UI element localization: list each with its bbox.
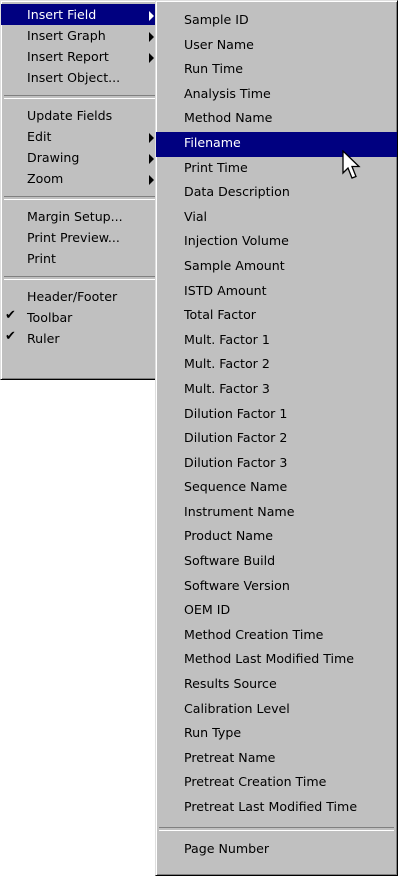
menu-item-label: Insert Graph	[27, 28, 106, 43]
submenu-item-data-description[interactable]: Data Description	[156, 181, 397, 206]
menu-item-insert-field[interactable]: Insert Field	[1, 4, 168, 25]
menu-item-label: Ruler	[27, 331, 60, 346]
menu-item-label: Margin Setup...	[27, 209, 123, 224]
submenu-item-page-number[interactable]: Page Number	[156, 838, 397, 863]
submenu-item-vial[interactable]: Vial	[156, 206, 397, 231]
submenu-item-sample-id[interactable]: Sample ID	[156, 9, 397, 34]
menu-item-insert-object[interactable]: Insert Object...	[1, 67, 168, 88]
submenu-item-user-name[interactable]: User Name	[156, 34, 397, 59]
submenu-item-run-type[interactable]: Run Type	[156, 722, 397, 747]
submenu-item-product-name[interactable]: Product Name	[156, 525, 397, 550]
menu-item-label: Insert Report	[27, 49, 109, 64]
menu-separator	[4, 196, 165, 200]
submenu-item-results-source[interactable]: Results Source	[156, 673, 397, 698]
menu-item-label: Insert Object...	[27, 70, 121, 85]
menu-item-label: Insert Field	[27, 7, 97, 22]
menu-item-label: Drawing	[27, 150, 80, 165]
insert-field-submenu: Sample ID User Name Run Time Analysis Time M…	[155, 0, 398, 876]
menu-item-label: Edit	[27, 129, 52, 144]
submenu-item-sequence-name[interactable]: Sequence Name	[156, 476, 397, 501]
submenu-item-sample-amount[interactable]: Sample Amount	[156, 255, 397, 280]
menu-item-insert-graph[interactable]: Insert Graph	[1, 25, 168, 46]
menu-item-label: Toolbar	[27, 310, 73, 325]
checkmark-icon: ✔	[5, 329, 16, 344]
menu-item-label: Print Preview...	[27, 230, 120, 245]
submenu-item-pretreat-name[interactable]: Pretreat Name	[156, 747, 397, 772]
menu-item-header-footer[interactable]: Header/Footer	[1, 286, 168, 307]
menu-item-update-fields[interactable]: Update Fields	[1, 105, 168, 126]
menu-item-label: Update Fields	[27, 108, 113, 123]
menu-item-drawing[interactable]: Drawing	[1, 147, 168, 168]
submenu-arrow-icon	[149, 175, 154, 185]
menu-item-insert-report[interactable]: Insert Report	[1, 46, 168, 67]
submenu-item-mult-factor-2[interactable]: Mult. Factor 2	[156, 353, 397, 378]
submenu-item-instrument-name[interactable]: Instrument Name	[156, 501, 397, 526]
submenu-item-injection-volume[interactable]: Injection Volume	[156, 230, 397, 255]
menu-item-ruler[interactable]: ✔ Ruler	[1, 328, 168, 349]
submenu-arrow-icon	[149, 154, 154, 164]
submenu-item-method-name[interactable]: Method Name	[156, 107, 397, 132]
submenu-item-calibration-level[interactable]: Calibration Level	[156, 698, 397, 723]
submenu-item-pretreat-creation-time[interactable]: Pretreat Creation Time	[156, 771, 397, 796]
menu-item-label: Zoom	[27, 171, 64, 186]
submenu-item-total-factor[interactable]: Total Factor	[156, 304, 397, 329]
submenu-item-software-version[interactable]: Software Version	[156, 575, 397, 600]
menu-item-edit[interactable]: Edit	[1, 126, 168, 147]
submenu-item-dilution-factor-3[interactable]: Dilution Factor 3	[156, 452, 397, 477]
submenu-item-run-time[interactable]: Run Time	[156, 58, 397, 83]
submenu-arrow-icon	[149, 11, 154, 21]
submenu-item-method-creation-time[interactable]: Method Creation Time	[156, 624, 397, 649]
menu-item-label: Print	[27, 251, 56, 266]
checkmark-icon: ✔	[5, 308, 16, 323]
menu-item-zoom[interactable]: Zoom	[1, 168, 168, 189]
menu-item-margin-setup[interactable]: Margin Setup...	[1, 206, 168, 227]
menu-item-print-preview[interactable]: Print Preview...	[1, 227, 168, 248]
submenu-arrow-icon	[149, 133, 154, 143]
menu-item-label: Header/Footer	[27, 289, 118, 304]
submenu-arrow-icon	[149, 53, 154, 63]
menu-separator	[4, 95, 165, 99]
menu-separator	[4, 276, 165, 280]
menu-item-print[interactable]: Print	[1, 248, 168, 269]
menu-separator	[159, 826, 394, 831]
submenu-item-method-last-modified-time[interactable]: Method Last Modified Time	[156, 648, 397, 673]
submenu-item-software-build[interactable]: Software Build	[156, 550, 397, 575]
context-menu: Insert Field Insert Graph Insert Report Ins…	[0, 0, 169, 380]
submenu-item-mult-factor-3[interactable]: Mult. Factor 3	[156, 378, 397, 403]
submenu-item-oem-id[interactable]: OEM ID	[156, 599, 397, 624]
menu-item-toolbar[interactable]: ✔ Toolbar	[1, 307, 168, 328]
submenu-item-pretreat-last-modified-time[interactable]: Pretreat Last Modified Time	[156, 796, 397, 821]
submenu-item-dilution-factor-2[interactable]: Dilution Factor 2	[156, 427, 397, 452]
mouse-pointer-icon	[342, 150, 361, 179]
submenu-item-dilution-factor-1[interactable]: Dilution Factor 1	[156, 403, 397, 428]
submenu-arrow-icon	[149, 32, 154, 42]
submenu-item-analysis-time[interactable]: Analysis Time	[156, 83, 397, 108]
submenu-item-istd-amount[interactable]: ISTD Amount	[156, 280, 397, 305]
submenu-item-mult-factor-1[interactable]: Mult. Factor 1	[156, 329, 397, 354]
